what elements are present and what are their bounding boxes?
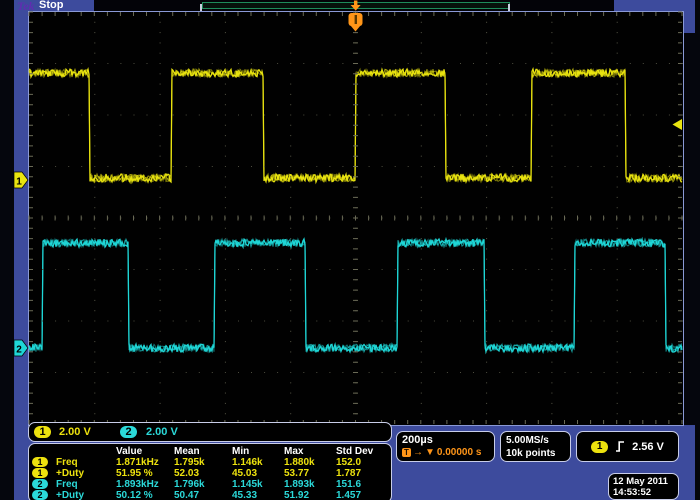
meas-mean: 1.796k [174, 479, 232, 490]
svg-text:2: 2 [16, 344, 22, 355]
ch2-badge[interactable]: 2 [120, 426, 137, 438]
trigger-delay-readout: T→▼ 0.00000 s [402, 447, 494, 458]
horizontal-settings-box[interactable]: 200µs T→▼ 0.00000 s [396, 431, 495, 462]
meas-name: Freq [56, 457, 116, 468]
meas-max: 53.77 [284, 468, 336, 479]
meas-max: 1.880k [284, 457, 336, 468]
meas-value: 50.12 % [116, 490, 174, 500]
trigger-source-badge: 1 [591, 441, 608, 453]
oscilloscope-screen: Tek Stop 1 2 1 2.00 V 2 [0, 0, 700, 500]
ch2-trace-fuzz [29, 239, 682, 352]
trigger-position-flag-icon[interactable] [349, 13, 363, 32]
meas-value: 51.95 % [116, 468, 174, 479]
meas-mean: 50.47 [174, 490, 232, 500]
meas-std: 1.787 [336, 468, 392, 479]
meas-std: 1.457 [336, 490, 392, 500]
datetime-box: 12 May 2011 14:53:52 [608, 473, 679, 500]
meas-min: 45.33 [232, 490, 284, 500]
meas-std: 151.6 [336, 479, 392, 490]
measurement-row: 2 +Duty 50.12 % 50.47 45.33 51.92 1.457 [32, 490, 391, 500]
measurement-panel: Value Mean Min Max Std Dev 1 Freq 1.871k… [28, 443, 392, 500]
graticule-dots [42, 22, 683, 413]
trigger-level-arrow-icon[interactable] [673, 119, 683, 130]
trigger-record-arrow-icon[interactable] [351, 1, 361, 11]
meas-name: +Duty [56, 490, 116, 500]
ch1-scale[interactable]: 2.00 V [59, 426, 91, 438]
ch2-trace-fuzz [29, 239, 682, 352]
meas-min: 1.146k [232, 457, 284, 468]
date-label: 12 May 2011 [613, 476, 678, 487]
meas-min: 45.03 [232, 468, 284, 479]
svg-text:1: 1 [16, 176, 22, 187]
ch1-badge[interactable]: 1 [34, 426, 51, 438]
trigger-level: 2.56 V [632, 441, 664, 453]
meas-mean: 1.795k [174, 457, 232, 468]
col-max: Max [284, 446, 336, 457]
trigger-settings-box[interactable]: 1 2.56 V [576, 431, 679, 462]
ch2-scale[interactable]: 2.00 V [146, 426, 178, 438]
meas-name: +Duty [56, 468, 116, 479]
ch1-badge: 1 [32, 457, 48, 467]
measurement-row: 1 +Duty 51.95 % 52.03 45.03 53.77 1.787 [32, 468, 391, 479]
meas-max: 51.92 [284, 490, 336, 500]
trigger-t-icon: T [402, 448, 411, 457]
col-mean: Mean [174, 446, 232, 457]
ch2-ground-marker[interactable]: 2 [14, 340, 28, 356]
time-label: 14:53:52 [613, 487, 678, 498]
ch2-badge: 2 [32, 479, 48, 489]
sample-rate: 5.00MS/s [506, 434, 570, 447]
meas-max: 1.893k [284, 479, 336, 490]
record-length: 10k points [506, 447, 570, 460]
col-min: Min [232, 446, 284, 457]
measurement-row: 2 Freq 1.893kHz 1.796k 1.145k 1.893k 151… [32, 479, 391, 490]
triangle-down-icon: ▼ [425, 447, 435, 458]
arrow-right-icon: → [413, 447, 423, 458]
ch2-badge: 2 [32, 490, 48, 500]
channel-scale-bar[interactable]: 1 2.00 V 2 2.00 V [28, 422, 392, 442]
meas-value: 1.893kHz [116, 479, 174, 490]
rising-edge-icon [615, 440, 625, 453]
measurement-header-row: Value Mean Min Max Std Dev [32, 446, 391, 457]
timebase-scale: 200µs [402, 434, 494, 446]
meas-mean: 52.03 [174, 468, 232, 479]
ch1-badge: 1 [32, 468, 48, 478]
acquisition-box[interactable]: 5.00MS/s 10k points [500, 431, 571, 462]
ch2-trace [29, 239, 682, 352]
col-stddev: Std Dev [336, 446, 392, 457]
col-value: Value [116, 446, 174, 457]
meas-value: 1.871kHz [116, 457, 174, 468]
measurement-row: 1 Freq 1.871kHz 1.795k 1.146k 1.880k 152… [32, 457, 391, 468]
meas-min: 1.145k [232, 479, 284, 490]
ch1-ground-marker[interactable]: 1 [14, 172, 28, 188]
meas-name: Freq [56, 479, 116, 490]
meas-std: 152.0 [336, 457, 392, 468]
trigger-delay-value: 0.00000 s [437, 447, 482, 458]
